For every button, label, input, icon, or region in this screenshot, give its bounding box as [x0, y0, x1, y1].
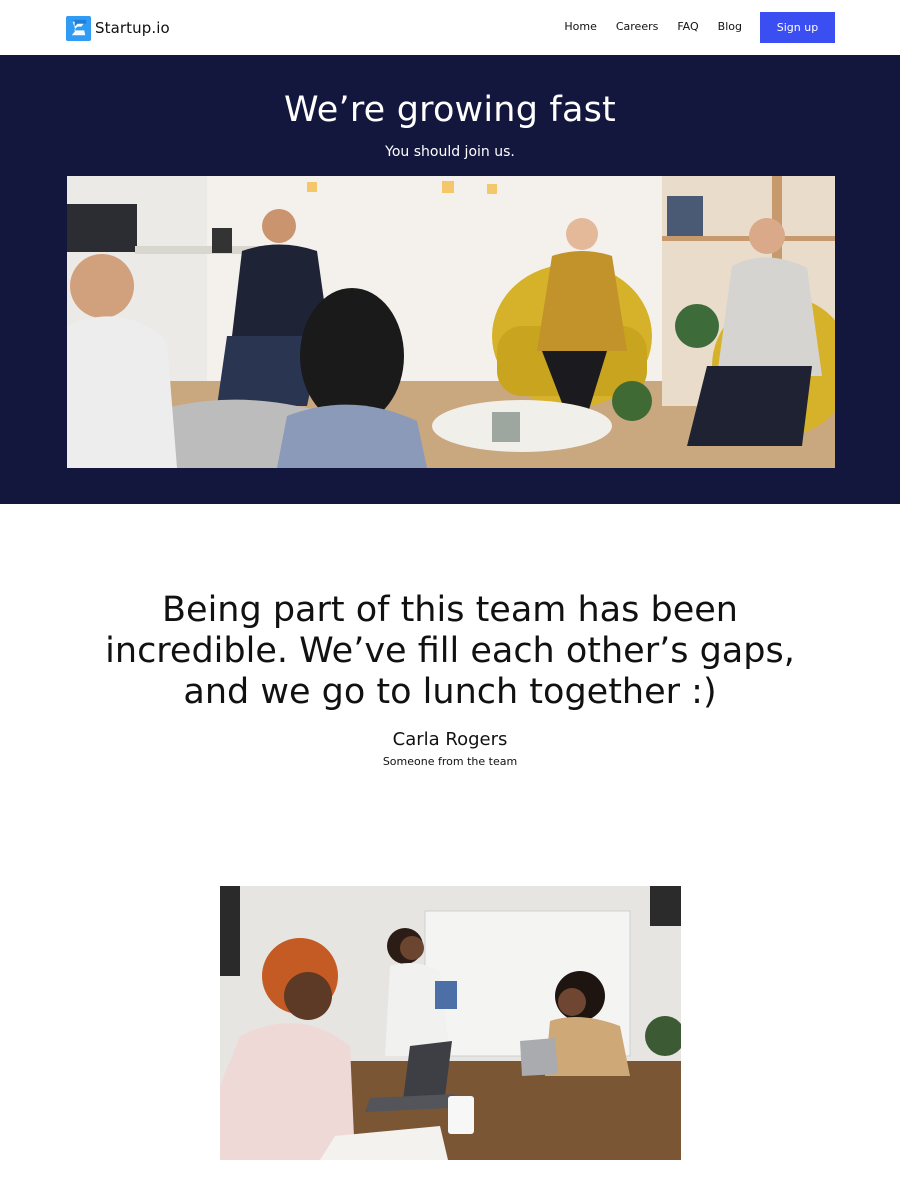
nav-link-faq[interactable]: FAQ	[677, 19, 698, 35]
nav-link-home[interactable]: Home	[564, 19, 596, 35]
team-meeting-photo	[67, 176, 835, 468]
signup-button[interactable]: Sign up	[760, 12, 835, 43]
navbar: Startup.io Home Careers FAQ Blog Sign up	[0, 0, 900, 55]
startup-logo-icon	[66, 15, 91, 41]
testimonial-role: Someone from the team	[382, 755, 518, 768]
hero-title: We’re growing fast	[284, 90, 616, 130]
testimonial-quote: Being part of this team has been incredi…	[105, 590, 795, 712]
nav-link-careers[interactable]: Careers	[616, 19, 659, 35]
brand-name: Startup.io	[95, 19, 170, 37]
nav-links: Home Careers FAQ Blog	[545, 19, 742, 35]
hero-section: We’re growing fast You should join us.	[0, 55, 900, 504]
hero-subtitle: You should join us.	[385, 144, 515, 160]
nav-link-blog[interactable]: Blog	[718, 19, 742, 35]
testimonial-author: Carla Rogers	[392, 729, 508, 750]
brand-link[interactable]: Startup.io	[66, 15, 170, 41]
whiteboard-meeting-photo	[220, 886, 681, 1160]
